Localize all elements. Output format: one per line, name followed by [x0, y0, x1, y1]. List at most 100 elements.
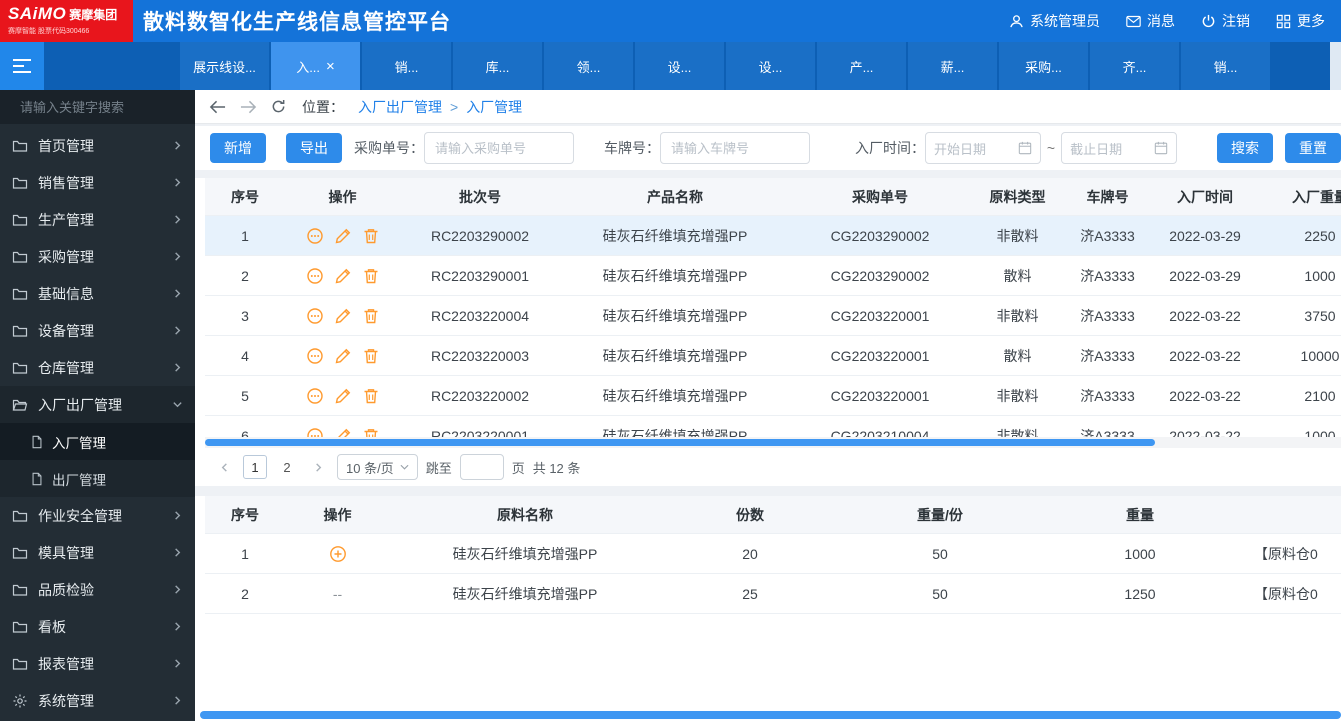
tab-2-active[interactable]: 入... ×	[271, 42, 360, 90]
sidebar-item-system[interactable]: 系统管理	[0, 682, 195, 719]
start-date-placeholder: 开始日期	[934, 139, 986, 158]
detail-icon[interactable]	[306, 227, 324, 245]
tab-1[interactable]: 展示线设...	[180, 42, 269, 90]
sidebar-search[interactable]	[0, 90, 195, 124]
tab-partial[interactable]	[1330, 42, 1341, 90]
edit-icon[interactable]	[334, 267, 352, 285]
search-button[interactable]: 搜索	[1217, 133, 1273, 163]
refresh-icon[interactable]	[271, 99, 286, 114]
reset-button[interactable]: 重置	[1285, 133, 1341, 163]
delete-icon[interactable]	[362, 307, 380, 325]
tab-8[interactable]: 产...	[817, 42, 906, 90]
export-button[interactable]: 导出	[286, 133, 342, 163]
sidebar-item-job-safety[interactable]: 作业安全管理	[0, 497, 195, 534]
user-menu[interactable]: 系统管理员	[1009, 11, 1100, 31]
calendar-icon	[1018, 141, 1032, 155]
sidebar-item-homepage[interactable]: 首页管理	[0, 127, 195, 164]
tab-11[interactable]: 齐...	[1090, 42, 1179, 90]
detail-icon[interactable]	[306, 267, 324, 285]
sidebar-item-mold[interactable]: 模具管理	[0, 534, 195, 571]
next-page-button[interactable]	[307, 456, 329, 478]
add-button[interactable]: 新增	[210, 133, 266, 163]
prev-page-button[interactable]	[213, 456, 235, 478]
detail-icon[interactable]	[306, 347, 324, 365]
edit-icon[interactable]	[334, 427, 352, 438]
detail-row[interactable]: 2 -- 硅灰石纤维填充增强PP 25 50 1250 【原料仓0	[205, 574, 1341, 614]
edit-icon[interactable]	[334, 347, 352, 365]
sidebar-subitem-exit-management[interactable]: 出厂管理	[0, 460, 195, 497]
table-row[interactable]: 5 RC2203220002 硅灰石纤维填充增强PP CG2203220001 …	[205, 376, 1341, 416]
breadcrumb-bar: 位置： 入厂出厂管理 > 入厂管理	[195, 90, 1341, 124]
page-horizontal-scrollbar[interactable]	[200, 711, 1341, 719]
delete-icon[interactable]	[362, 427, 380, 438]
row-actions	[285, 427, 400, 438]
tab-4[interactable]: 库...	[453, 42, 542, 90]
sidebar-item-kanban[interactable]: 看板	[0, 608, 195, 645]
table-row[interactable]: 6 RC2203220001 硅灰石纤维填充增强PP CG2203210004 …	[205, 416, 1341, 437]
delete-icon[interactable]	[362, 227, 380, 245]
sidebar-subitem-entry-management[interactable]: 入厂管理	[0, 423, 195, 460]
logout-button[interactable]: 注销	[1201, 11, 1250, 31]
column-header: 原料名称	[390, 505, 660, 525]
delete-icon[interactable]	[362, 347, 380, 365]
page-button-2[interactable]: 2	[275, 455, 299, 479]
back-icon[interactable]	[209, 100, 226, 114]
po-input[interactable]	[424, 132, 574, 164]
tab-5[interactable]: 领...	[544, 42, 633, 90]
delete-icon[interactable]	[362, 267, 380, 285]
tab-9[interactable]: 薪...	[908, 42, 997, 90]
sidebar-item-basic-info[interactable]: 基础信息	[0, 275, 195, 312]
tab-3[interactable]: 销...	[362, 42, 451, 90]
page-button-1[interactable]: 1	[243, 455, 267, 479]
table-row[interactable]: 3 RC2203220004 硅灰石纤维填充增强PP CG2203220001 …	[205, 296, 1341, 336]
app-header: SAiMO 赛摩集团 赛摩智能 股票代码300466 散料数智化生产线信息管控平…	[0, 0, 1341, 42]
table-row[interactable]: 2 RC2203290001 硅灰石纤维填充增强PP CG2203290002 …	[205, 256, 1341, 296]
search-input[interactable]	[20, 100, 195, 115]
chevron-right-icon	[172, 251, 183, 262]
sidebar-item-reports[interactable]: 报表管理	[0, 645, 195, 682]
sidebar-item-purchasing[interactable]: 采购管理	[0, 238, 195, 275]
forward-icon[interactable]	[240, 100, 257, 114]
delete-icon[interactable]	[362, 387, 380, 405]
table-row[interactable]: 1 RC2203290002 硅灰石纤维填充增强PP CG2203290002 …	[205, 216, 1341, 256]
table-row[interactable]: 4 RC2203220003 硅灰石纤维填充增强PP CG2203220001 …	[205, 336, 1341, 376]
end-date-placeholder: 截止日期	[1070, 139, 1122, 158]
table-horizontal-scrollbar[interactable]	[205, 437, 1341, 448]
start-date-input[interactable]: 开始日期	[925, 132, 1041, 164]
close-tab-icon[interactable]: ×	[326, 59, 335, 74]
tab-6[interactable]: 设...	[635, 42, 724, 90]
edit-icon[interactable]	[334, 307, 352, 325]
add-detail-icon[interactable]	[329, 545, 347, 563]
column-header: 批次号	[400, 187, 560, 207]
sidebar-item-production[interactable]: 生产管理	[0, 201, 195, 238]
more-button[interactable]: 更多	[1276, 11, 1325, 31]
edit-icon[interactable]	[334, 387, 352, 405]
chevron-down-icon	[172, 399, 183, 410]
scrollbar-thumb[interactable]	[200, 711, 1341, 719]
sidebar-item-equipment[interactable]: 设备管理	[0, 312, 195, 349]
scrollbar-thumb[interactable]	[205, 439, 1155, 446]
end-date-input[interactable]: 截止日期	[1061, 132, 1177, 164]
tab-10[interactable]: 采购...	[999, 42, 1088, 90]
edit-icon[interactable]	[334, 227, 352, 245]
sidebar-toggle-button[interactable]	[0, 42, 44, 90]
breadcrumb-current-link[interactable]: 入厂管理	[466, 97, 522, 117]
detail-row[interactable]: 1 硅灰石纤维填充增强PP 20 50 1000 【原料仓0	[205, 534, 1341, 574]
detail-icon[interactable]	[306, 307, 324, 325]
messages-button[interactable]: 消息	[1126, 11, 1175, 31]
tab-7[interactable]: 设...	[726, 42, 815, 90]
plate-input[interactable]	[660, 132, 810, 164]
tab-12[interactable]: 销...	[1181, 42, 1270, 90]
breadcrumb-parent-link[interactable]: 入厂出厂管理	[358, 97, 442, 117]
sidebar-item-warehouse[interactable]: 仓库管理	[0, 349, 195, 386]
logout-label: 注销	[1222, 11, 1250, 31]
sidebar-item-inout-factory[interactable]: 入厂出厂管理	[0, 386, 195, 423]
detail-icon[interactable]	[306, 427, 324, 438]
sidebar-menu: 首页管理 销售管理 生产管理 采购管理 基础信息 设备管理	[0, 124, 195, 719]
page-size-select[interactable]: 10 条/页	[337, 454, 418, 480]
jump-page-input[interactable]	[460, 454, 504, 480]
caret-down-icon	[400, 464, 409, 470]
sidebar-item-sales[interactable]: 销售管理	[0, 164, 195, 201]
sidebar-item-quality[interactable]: 品质检验	[0, 571, 195, 608]
detail-icon[interactable]	[306, 387, 324, 405]
